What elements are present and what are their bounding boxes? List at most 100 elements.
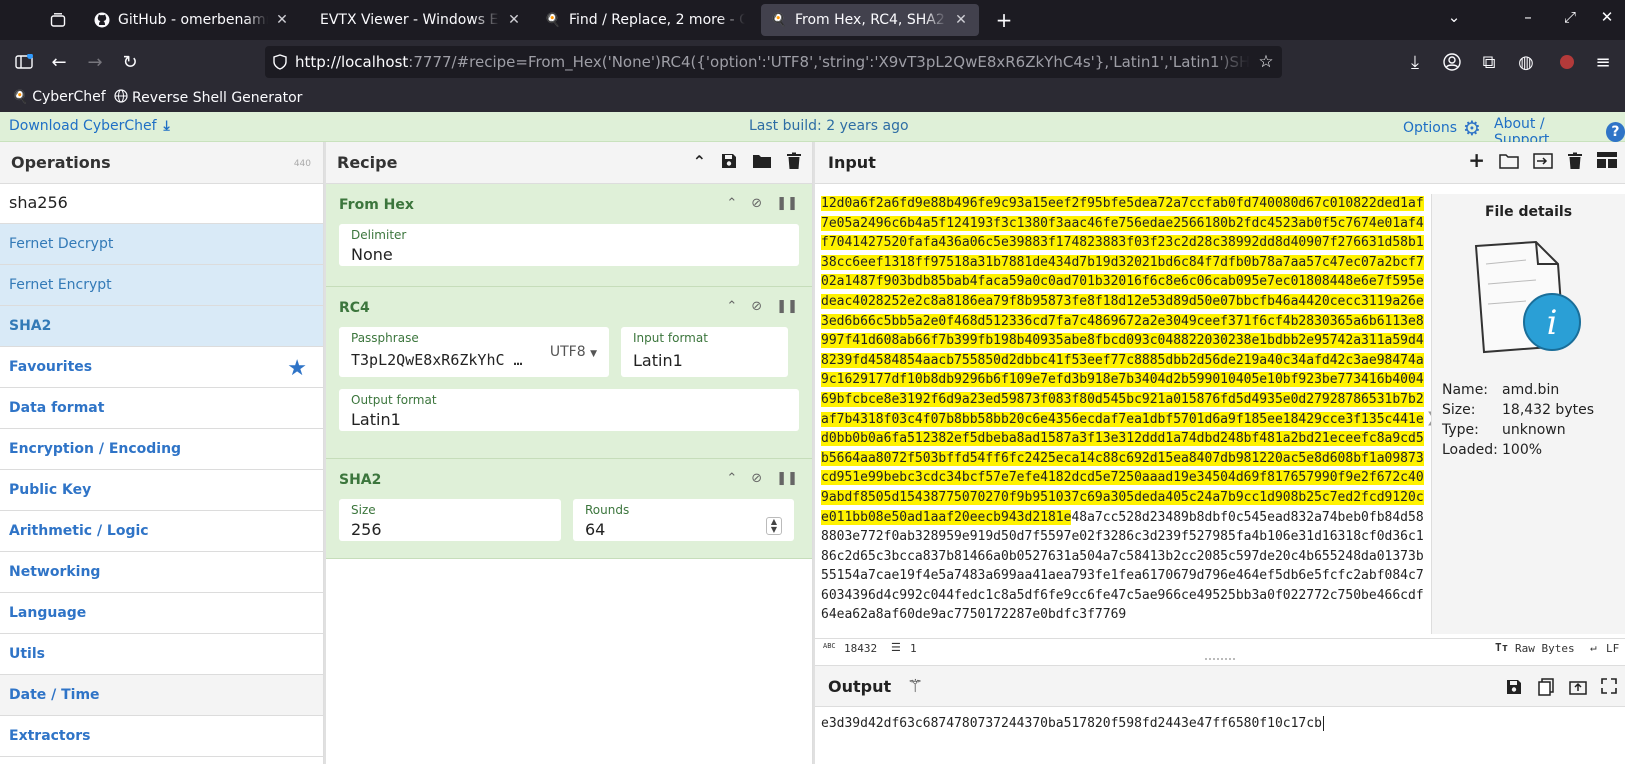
clear-recipe-trash-icon[interactable] xyxy=(786,152,802,174)
url-bar[interactable]: http://localhost:7777/#recipe=From_Hex('… xyxy=(265,46,1282,78)
layout-icon[interactable] xyxy=(1597,152,1617,174)
disable-op-icon[interactable]: ⊘ xyxy=(751,299,762,314)
tab-list-chevron-icon[interactable]: ⌄ xyxy=(1444,8,1464,26)
tab-cyberchef-active[interactable]: 🍳 From Hex, RC4, SHA2 - Cy ✕ xyxy=(761,4,979,36)
op-controls: ⌃ ⊘ ❚❚ xyxy=(726,299,798,314)
op-sha2[interactable]: SHA2 xyxy=(0,306,323,347)
close-icon[interactable]: ✕ xyxy=(506,12,522,28)
sidebar-toggle-icon[interactable] xyxy=(12,50,36,74)
field-label: Input format xyxy=(633,331,708,345)
close-window-icon[interactable]: ✕ xyxy=(1597,8,1617,26)
extension-red-icon[interactable] xyxy=(1555,50,1579,74)
tab-evtx-viewer[interactable]: EVTX Viewer - Windows Ever ✕ xyxy=(310,4,532,36)
save-output-icon[interactable] xyxy=(1505,678,1523,700)
category-encryption-encoding[interactable]: Encryption / Encoding xyxy=(0,429,323,470)
rounds-stepper-icon[interactable]: ▲ ▼ xyxy=(766,517,782,535)
op-controls: ⌃ ⊘ ❚❚ xyxy=(726,471,798,486)
passphrase-encoding-dropdown[interactable]: UTF8 ▼ xyxy=(550,344,597,360)
eol-return-icon[interactable]: ↵ xyxy=(1590,641,1597,654)
category-utils[interactable]: Utils xyxy=(0,634,323,675)
category-extractors[interactable]: Extractors xyxy=(0,716,323,757)
collapse-all-chevron-icon[interactable]: ⌃ xyxy=(693,152,706,174)
category-language[interactable]: Language xyxy=(0,593,323,634)
collapse-chevron-icon[interactable]: ⌃ xyxy=(726,471,737,486)
size-value[interactable]: 256 xyxy=(351,520,549,539)
text-format-icon[interactable]: Tт xyxy=(1495,641,1508,654)
menu-icon[interactable]: ≡ xyxy=(1591,50,1615,74)
input-textarea[interactable]: 12d0a6f2a6fd9e88b496fe9c93a15eef2f95bfe5… xyxy=(821,194,1426,637)
account-icon[interactable] xyxy=(1440,50,1464,74)
passphrase-field[interactable]: Passphrase T3pL2QwE8xR6ZkYhC … UTF8 ▼ xyxy=(339,327,609,377)
delimiter-field[interactable]: Delimiter None xyxy=(339,224,799,266)
open-folder-icon[interactable] xyxy=(1499,152,1519,174)
category-networking[interactable]: Networking xyxy=(0,552,323,593)
download-icon: ⤓ xyxy=(163,118,170,134)
load-recipe-folder-icon[interactable] xyxy=(752,152,772,174)
category-data-format[interactable]: Data format xyxy=(0,388,323,429)
size-field[interactable]: Size 256 xyxy=(339,499,561,541)
download-icon[interactable]: ⤓ xyxy=(1403,50,1427,74)
open-file-input-icon[interactable] xyxy=(1533,152,1553,174)
category-date-time[interactable]: Date / Time xyxy=(0,675,323,716)
passphrase-value[interactable]: T3pL2QwE8xR6ZkYhC … xyxy=(351,351,526,369)
forward-arrow-icon[interactable]: → xyxy=(83,50,107,74)
recipe-op-from-hex[interactable]: From Hex ⌃ ⊘ ❚❚ Delimiter None xyxy=(326,184,812,287)
extension-globe-icon[interactable]: ◍ xyxy=(1514,50,1538,74)
category-arithmetic-logic[interactable]: Arithmetic / Logic xyxy=(0,511,323,552)
bookmark-reverse-shell[interactable]: Reverse Shell Generator xyxy=(114,89,302,107)
file-size-row: Size: 18,432 bytes xyxy=(1442,402,1594,418)
add-tab-plus-icon[interactable]: + xyxy=(1468,150,1485,174)
field-label: Size xyxy=(351,503,376,517)
minimize-icon[interactable]: – xyxy=(1518,8,1538,26)
close-icon[interactable]: ✕ xyxy=(274,12,290,28)
reload-icon[interactable]: ↻ xyxy=(118,50,142,74)
maximize-output-icon[interactable] xyxy=(1601,678,1617,700)
copy-output-icon[interactable] xyxy=(1537,678,1555,700)
breakpoint-pause-icon[interactable]: ❚❚ xyxy=(776,196,798,211)
category-public-key[interactable]: Public Key xyxy=(0,470,323,511)
bookmark-cyberchef[interactable]: 🍳 CyberChef xyxy=(12,89,106,105)
clear-input-trash-icon[interactable] xyxy=(1567,152,1583,174)
rounds-field[interactable]: Rounds 64 ▲ ▼ xyxy=(573,499,794,541)
download-cyberchef-link[interactable]: Download CyberChef ⤓ xyxy=(9,118,170,134)
recipe-title: Recipe xyxy=(337,153,398,172)
maximize-icon[interactable]: ⤢ xyxy=(1560,8,1580,26)
shield-icon[interactable] xyxy=(265,54,295,70)
magic-wand-icon[interactable]: ⚚ xyxy=(907,676,923,697)
rounds-value[interactable]: 64 xyxy=(585,520,782,539)
delimiter-value[interactable]: None xyxy=(351,245,787,264)
new-tab-icon[interactable]: + xyxy=(992,8,1016,32)
raw-bytes-label[interactable]: Raw Bytes xyxy=(1515,642,1575,655)
tab-find-replace[interactable]: 🍳 Find / Replace, 2 more - C xyxy=(535,4,755,36)
category-favourites[interactable]: Favourites ★ xyxy=(0,347,323,388)
collapse-chevron-icon[interactable]: ⌃ xyxy=(726,196,737,211)
op-fernet-decrypt[interactable]: Fernet Decrypt xyxy=(0,224,323,265)
save-recipe-icon[interactable] xyxy=(720,152,738,174)
recipe-op-sha2[interactable]: SHA2 ⌃ ⊘ ❚❚ Size 256 Rounds 64 ▲ ▼ xyxy=(326,459,812,559)
eol-label[interactable]: LF xyxy=(1606,642,1619,655)
breakpoint-pause-icon[interactable]: ❚❚ xyxy=(776,471,798,486)
options-link[interactable]: Options ⚙ xyxy=(1403,116,1481,140)
input-format-value[interactable]: Latin1 xyxy=(633,351,776,370)
bookmark-star-icon[interactable]: ☆ xyxy=(1250,52,1282,72)
collapse-chevron-icon[interactable]: ⌃ xyxy=(726,299,737,314)
replace-input-icon[interactable] xyxy=(1569,678,1587,700)
back-arrow-icon[interactable]: ← xyxy=(47,50,71,74)
input-format-field[interactable]: Input format Latin1 xyxy=(621,327,788,377)
output-format-value[interactable]: Latin1 xyxy=(351,410,787,429)
resize-handle[interactable] xyxy=(1205,658,1235,662)
op-fernet-encrypt[interactable]: Fernet Encrypt xyxy=(0,265,323,306)
operations-search-input[interactable]: sha256 xyxy=(0,184,323,224)
breakpoint-pause-icon[interactable]: ❚❚ xyxy=(776,299,798,314)
file-name-value: amd.bin xyxy=(1502,382,1560,398)
output-textarea[interactable]: e3d39d42df63c6874780737244370ba517820f59… xyxy=(821,716,1324,731)
tab-github[interactable]: GitHub - omerbenamram/ ✕ xyxy=(84,4,300,36)
disable-op-icon[interactable]: ⊘ xyxy=(751,196,762,211)
disable-op-icon[interactable]: ⊘ xyxy=(751,471,762,486)
url-text[interactable]: http://localhost:7777/#recipe=From_Hex('… xyxy=(295,53,1250,71)
close-icon[interactable]: ✕ xyxy=(953,12,969,28)
output-format-field[interactable]: Output format Latin1 xyxy=(339,389,799,431)
extensions-icon[interactable]: ⧉ xyxy=(1477,50,1501,74)
tab-overview-icon[interactable] xyxy=(47,9,69,31)
recipe-op-rc4[interactable]: RC4 ⌃ ⊘ ❚❚ Passphrase T3pL2QwE8xR6ZkYhC … xyxy=(326,287,812,459)
